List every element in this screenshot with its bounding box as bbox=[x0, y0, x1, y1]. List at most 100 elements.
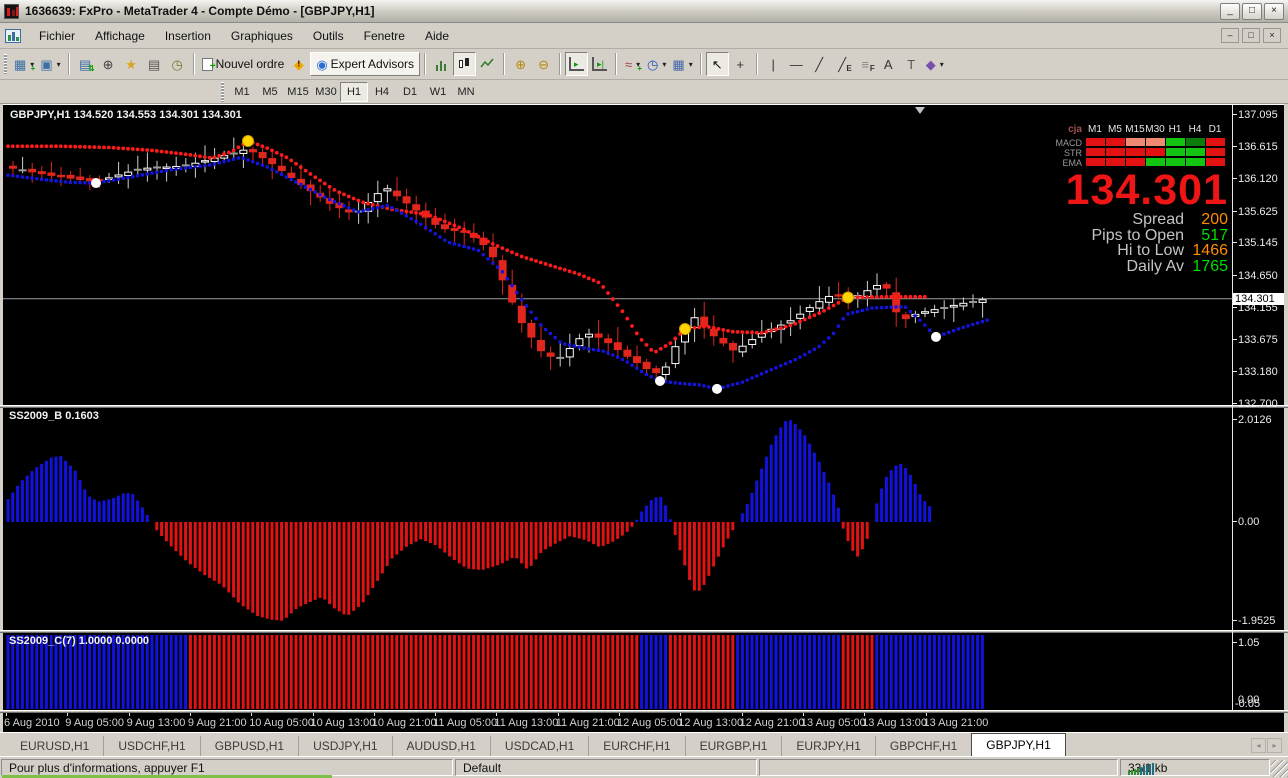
signal-cell bbox=[1206, 158, 1225, 166]
timeframe-m15[interactable]: M15 bbox=[284, 82, 312, 102]
child-restore-button[interactable]: □ bbox=[1242, 28, 1260, 43]
periods-button[interactable]: ◷▾ bbox=[644, 52, 669, 76]
menu-aide[interactable]: Aide bbox=[415, 25, 459, 47]
menu-insertion[interactable]: Insertion bbox=[155, 25, 221, 47]
zoom-out-button[interactable]: ⊖ bbox=[532, 52, 555, 76]
signal-cell bbox=[1146, 138, 1165, 146]
metaeditor-button[interactable]: ◆! bbox=[287, 52, 310, 76]
time-tick bbox=[864, 713, 865, 716]
toolbar-grip[interactable] bbox=[221, 82, 224, 102]
timeframe-h1[interactable]: H1 bbox=[340, 82, 368, 102]
chart-window-icon[interactable] bbox=[5, 29, 21, 43]
tab-scroll-left-button[interactable]: ◂ bbox=[1251, 738, 1266, 753]
indicator2-bars[interactable] bbox=[3, 633, 1232, 711]
dashboard-row-str: STR bbox=[1048, 148, 1082, 158]
tab-eurgbp-h1[interactable]: EURGBP,H1 bbox=[686, 736, 783, 756]
zoom-in-button[interactable]: ⊕ bbox=[509, 52, 532, 76]
fibo-grid-button[interactable]: ≡F bbox=[854, 52, 877, 76]
tab-gbpusd-h1[interactable]: GBPUSD,H1 bbox=[201, 736, 299, 756]
strategy-tester-button[interactable]: ◷ bbox=[166, 52, 189, 76]
tab-audusd-h1[interactable]: AUDUSD,H1 bbox=[393, 736, 491, 756]
price-label-tick bbox=[1233, 371, 1237, 372]
price-label: 135.145 bbox=[1238, 237, 1278, 249]
child-close-button[interactable]: × bbox=[1263, 28, 1281, 43]
indicators-icon: ≈ bbox=[625, 58, 632, 71]
time-axis[interactable]: 6 Aug 20109 Aug 05:009 Aug 13:009 Aug 21… bbox=[3, 713, 1232, 732]
indicator2-label: SS2009_C(7) 1.0000 0.0000 bbox=[9, 635, 149, 647]
signal-cell bbox=[1206, 148, 1225, 156]
timeframe-h4[interactable]: H4 bbox=[368, 82, 396, 102]
resize-grip[interactable] bbox=[1271, 760, 1288, 777]
horizontal-line-button[interactable]: — bbox=[785, 52, 808, 76]
chart-shift-button[interactable]: ▸| bbox=[588, 52, 611, 76]
menu-graphiques[interactable]: Graphiques bbox=[221, 25, 303, 47]
status-spare-cell bbox=[759, 759, 1118, 776]
timeframe-w1[interactable]: W1 bbox=[424, 82, 452, 102]
tab-usdjpy-h1[interactable]: USDJPY,H1 bbox=[299, 736, 392, 756]
timeframe-d1[interactable]: D1 bbox=[396, 82, 424, 102]
fibonacci-button[interactable]: ╱E bbox=[831, 52, 854, 76]
navigator-button[interactable]: ★ bbox=[120, 52, 143, 76]
indicator1-axis-label-tick bbox=[1233, 419, 1237, 420]
signal-cell bbox=[1086, 148, 1105, 156]
text-icon: A bbox=[884, 58, 893, 71]
cursor-button[interactable]: ↖ bbox=[706, 52, 729, 76]
tab-eurjpy-h1[interactable]: EURJPY,H1 bbox=[782, 736, 875, 756]
toolbar-separator bbox=[700, 53, 702, 75]
minimize-button[interactable]: _ bbox=[1220, 3, 1240, 20]
data-window-button[interactable]: ⊕ bbox=[97, 52, 120, 76]
maximize-button[interactable]: □ bbox=[1242, 3, 1262, 20]
close-button[interactable]: × bbox=[1264, 3, 1284, 20]
tab-scroll-right-button[interactable]: ▸ bbox=[1267, 738, 1282, 753]
signal-cell bbox=[1166, 158, 1185, 166]
menu-affichage[interactable]: Affichage bbox=[85, 25, 155, 47]
timeframe-m30[interactable]: M30 bbox=[312, 82, 340, 102]
line-chart-button[interactable] bbox=[476, 52, 499, 76]
signal-cell bbox=[1146, 148, 1165, 156]
menu-fenetre[interactable]: Fenetre bbox=[354, 25, 415, 47]
time-tick bbox=[67, 713, 68, 716]
menu-fichier[interactable]: Fichier bbox=[29, 25, 85, 47]
indicator1-histogram[interactable] bbox=[3, 408, 1232, 630]
timeframe-m1[interactable]: M1 bbox=[228, 82, 256, 102]
profiles-button[interactable]: ▣▾ bbox=[37, 52, 63, 76]
signal-cell bbox=[1126, 158, 1145, 166]
tab-eurchf-h1[interactable]: EURCHF,H1 bbox=[589, 736, 685, 756]
dashboard-column-h4: H4 bbox=[1185, 124, 1205, 135]
terminal-button[interactable]: ▤ bbox=[143, 52, 166, 76]
expert-advisors-button[interactable]: ◉Expert Advisors bbox=[310, 52, 420, 76]
auto-scroll-button[interactable]: ▸ bbox=[565, 52, 588, 76]
arrows-button[interactable]: ◆▾ bbox=[923, 52, 947, 76]
text-label-button[interactable]: T bbox=[900, 52, 923, 76]
price-label: 132.700 bbox=[1238, 398, 1278, 410]
tab-usdchf-h1[interactable]: USDCHF,H1 bbox=[104, 736, 200, 756]
market-watch-button[interactable]: ▤⇅ bbox=[74, 52, 97, 76]
signal-cell bbox=[1106, 158, 1125, 166]
time-tick bbox=[803, 713, 804, 716]
candlestick-chart-button[interactable] bbox=[453, 52, 476, 76]
bar-chart-button[interactable] bbox=[430, 52, 453, 76]
templates-button[interactable]: ▦▾ bbox=[669, 52, 695, 76]
timeframe-mn[interactable]: MN bbox=[452, 82, 480, 102]
new-chart-icon: ▦ bbox=[14, 58, 26, 71]
tab-gbpjpy-h1[interactable]: GBPJPY,H1 bbox=[971, 733, 1065, 756]
child-minimize-button[interactable]: – bbox=[1221, 28, 1239, 43]
new-order-button[interactable]: +Nouvel ordre bbox=[199, 52, 288, 76]
new-chart-button[interactable]: ▦+▾ bbox=[11, 52, 37, 76]
price-label: 133.675 bbox=[1238, 334, 1278, 346]
vertical-line-button[interactable]: | bbox=[762, 52, 785, 76]
time-label: 12 Aug 05:00 bbox=[617, 717, 682, 729]
tab-gbpchf-h1[interactable]: GBPCHF,H1 bbox=[876, 736, 972, 756]
tab-usdcad-h1[interactable]: USDCAD,H1 bbox=[491, 736, 589, 756]
status-profile[interactable]: Default bbox=[455, 759, 757, 776]
tab-eurusd-h1[interactable]: EURUSD,H1 bbox=[6, 736, 104, 756]
timeframe-m5[interactable]: M5 bbox=[256, 82, 284, 102]
indicators-button[interactable]: ≈+▾ bbox=[621, 52, 644, 76]
text-button[interactable]: A bbox=[877, 52, 900, 76]
toolbar-grip[interactable] bbox=[4, 54, 7, 74]
expert-advisor-icon: ◉ bbox=[316, 58, 327, 71]
time-tick bbox=[6, 713, 7, 716]
crosshair-button[interactable]: + bbox=[729, 52, 752, 76]
menu-outils[interactable]: Outils bbox=[303, 25, 354, 47]
trendline-button[interactable]: ╱ bbox=[808, 52, 831, 76]
